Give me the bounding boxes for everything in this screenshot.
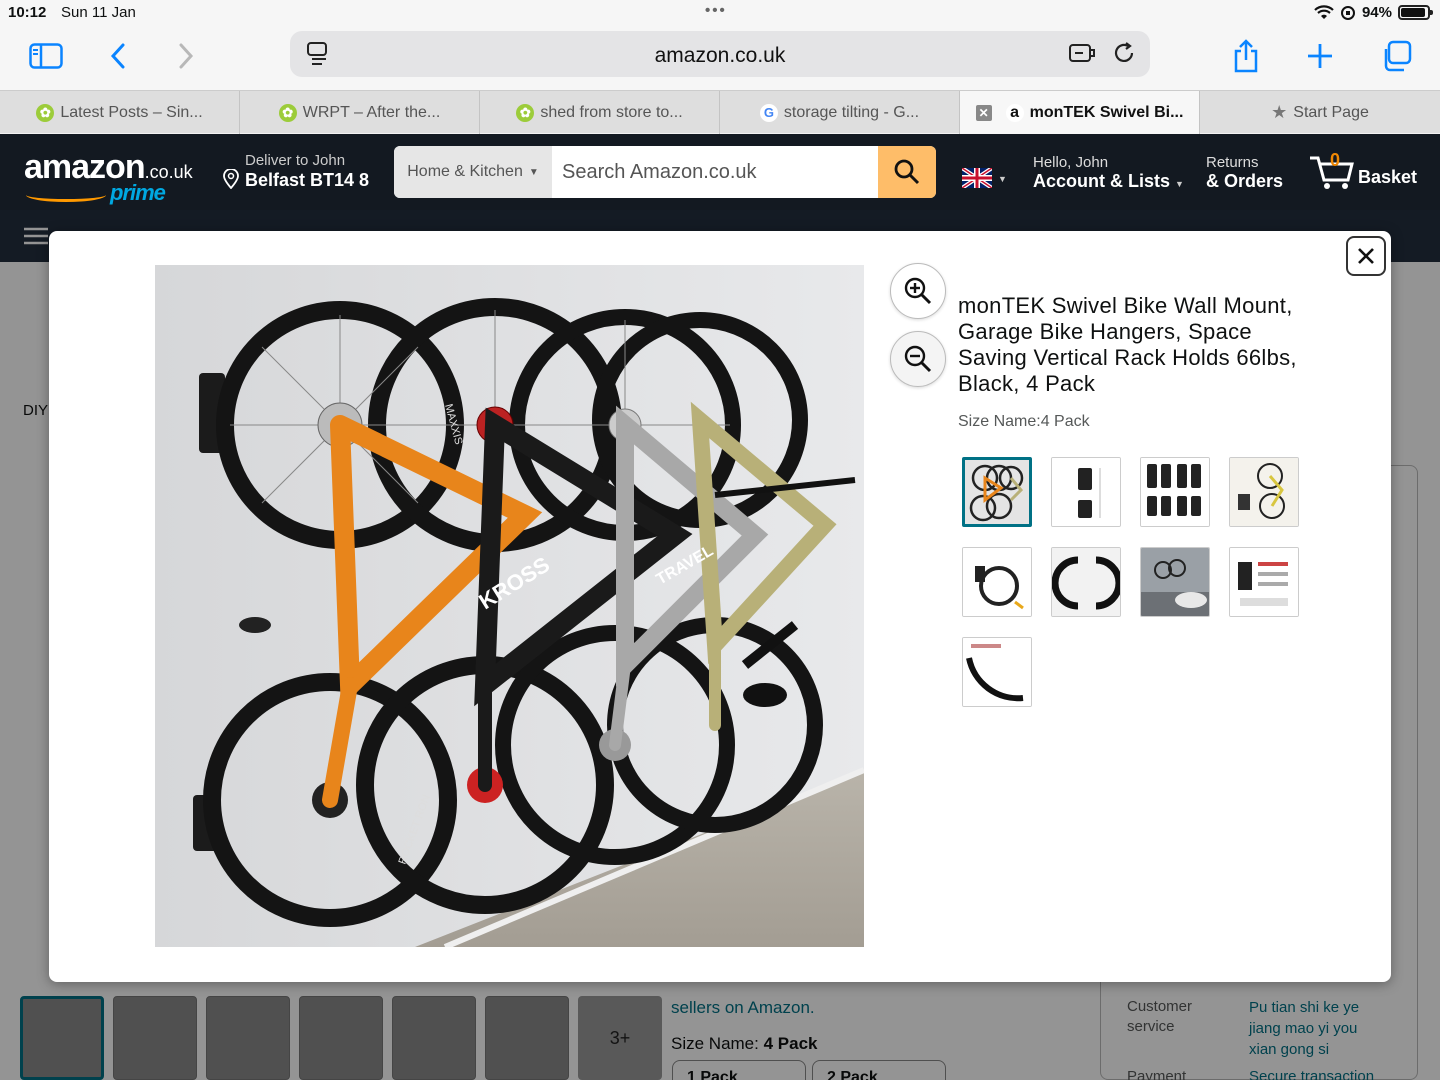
status-bar: 10:12 Sun 11 Jan ••• 94% xyxy=(0,0,1440,26)
tab-bar: ✿ Latest Posts – Sin... ✿ WRPT – After t… xyxy=(0,90,1440,134)
thumbnail-swivel-wheel[interactable] xyxy=(962,547,1032,617)
product-title: monTEK Swivel Bike Wall Mount, Garage Bi… xyxy=(958,293,1297,396)
orders-label: & Orders xyxy=(1206,171,1284,191)
close-icon xyxy=(1358,248,1374,264)
tab-latest-posts[interactable]: ✿ Latest Posts – Sin... xyxy=(0,91,240,134)
tab-label: Latest Posts – Sin... xyxy=(60,103,203,121)
thumbnail-yellow-bike[interactable] xyxy=(1229,457,1299,527)
account-lists[interactable]: Hello, John Account & Lists ▼ xyxy=(1033,154,1184,192)
safari-toolbar: amazon.co.uk xyxy=(0,26,1440,90)
google-favicon-icon: G xyxy=(759,103,778,122)
forum-favicon-icon: ✿ xyxy=(278,103,297,122)
multitasking-dots[interactable]: ••• xyxy=(705,2,727,19)
status-indicators: 94% xyxy=(1314,4,1433,21)
share-icon[interactable] xyxy=(1226,38,1266,74)
forward-icon[interactable] xyxy=(166,38,206,74)
extensions-icon[interactable] xyxy=(1068,41,1096,67)
basket[interactable]: 0 Basket xyxy=(1308,150,1417,190)
address-bar[interactable]: amazon.co.uk xyxy=(290,31,1150,77)
orientation-lock-icon xyxy=(1340,5,1355,20)
close-modal-button[interactable] xyxy=(1346,236,1386,276)
tabs-overview-icon[interactable] xyxy=(1376,38,1416,74)
battery-icon xyxy=(1398,5,1433,20)
back-icon[interactable] xyxy=(98,38,138,74)
deliver-line2: Belfast BT14 8 xyxy=(222,168,369,191)
basket-label: Basket xyxy=(1358,167,1418,187)
amazon-logo[interactable]: amazon.co.uk prime xyxy=(24,148,193,205)
flag-caret-icon: ▼ xyxy=(998,174,1007,184)
zoom-in-icon xyxy=(904,277,932,305)
new-tab-icon[interactable] xyxy=(1300,38,1340,74)
status-time: 10:12 xyxy=(8,4,47,21)
forum-favicon-icon: ✿ xyxy=(36,103,55,122)
returns-orders[interactable]: Returns & Orders xyxy=(1206,154,1283,192)
tab-label: WRPT – After the... xyxy=(302,103,441,121)
tab-close-icon[interactable]: ✕ xyxy=(975,104,992,121)
amazon-smile-icon xyxy=(26,188,106,202)
tab-label: Start Page xyxy=(1293,103,1369,121)
deliver-line1: Deliver to John xyxy=(245,152,346,169)
amazon-header: amazon.co.uk prime Deliver to John Belfa… xyxy=(0,134,1440,210)
search-icon xyxy=(894,159,920,185)
url-text: amazon.co.uk xyxy=(654,44,786,67)
tab-wrpt[interactable]: ✿ WRPT – After the... xyxy=(240,91,480,134)
thumbnail-four-mounts[interactable] xyxy=(1140,457,1210,527)
thumbnail-bikes-on-wall[interactable] xyxy=(962,457,1032,527)
thumbnail-mount-dimensions[interactable] xyxy=(1051,457,1121,527)
reload-icon[interactable] xyxy=(1112,41,1140,67)
uk-flag-icon[interactable] xyxy=(962,168,992,188)
search-button[interactable] xyxy=(878,146,936,198)
main-product-image[interactable]: KROSS TRAVEL MAXXIS ROCKET RON xyxy=(155,265,864,947)
wifi-icon xyxy=(1314,4,1334,19)
deliver-to[interactable]: Deliver to John Belfast BT14 8 xyxy=(222,152,369,191)
tab-label: storage tilting - G... xyxy=(783,103,920,121)
caret-down-icon: ▼ xyxy=(528,166,539,178)
zoom-out-button[interactable] xyxy=(890,331,946,387)
tab-label: monTEK Swivel Bi... xyxy=(1029,103,1184,121)
zoom-in-button[interactable] xyxy=(890,263,946,319)
thumbnail-tyre-clip[interactable] xyxy=(1051,547,1121,617)
tab-label: shed from store to... xyxy=(540,103,683,121)
forum-favicon-icon: ✿ xyxy=(516,103,535,122)
logo-prime: prime xyxy=(110,180,166,205)
thumbnail-features-chart[interactable] xyxy=(1229,547,1299,617)
tab-shed[interactable]: ✿ shed from store to... xyxy=(480,91,720,134)
thumbnail-tyre-compatibility[interactable] xyxy=(962,637,1032,707)
basket-count: 0 xyxy=(1330,150,1341,170)
search-input[interactable]: Search Amazon.co.uk xyxy=(552,146,878,198)
location-pin-icon xyxy=(223,168,239,190)
amazon-search: Home & Kitchen ▼ Search Amazon.co.uk xyxy=(394,146,936,198)
caret-down-icon: ▼ xyxy=(1175,179,1184,189)
zoom-out-icon xyxy=(904,345,932,373)
returns-label: Returns xyxy=(1206,154,1259,171)
account-greeting: Hello, John xyxy=(1033,154,1109,171)
logo-suffix: .co.uk xyxy=(144,162,193,182)
thumbnail-garage-scene[interactable] xyxy=(1140,547,1210,617)
tab-start-page[interactable]: ★ Start Page xyxy=(1200,91,1440,134)
size-name: Size Name:4 Pack xyxy=(958,413,1090,430)
battery-percent: 94% xyxy=(1361,4,1392,21)
thumbnail-grid xyxy=(962,457,1308,707)
tab-google[interactable]: G storage tilting - G... xyxy=(720,91,960,134)
image-viewer-modal: KROSS TRAVEL MAXXIS ROCKET RON monTEK Sw… xyxy=(49,231,1391,982)
star-icon: ★ xyxy=(1271,102,1288,122)
amazon-favicon-icon: a xyxy=(1005,103,1024,122)
search-category-select[interactable]: Home & Kitchen ▼ xyxy=(394,146,552,198)
account-label: Account & Lists ▼ xyxy=(1033,171,1184,191)
sidebar-icon[interactable] xyxy=(26,38,66,74)
status-date: Sun 11 Jan xyxy=(61,4,136,21)
tab-amazon-active[interactable]: ✕ a monTEK Swivel Bi... xyxy=(960,91,1200,134)
